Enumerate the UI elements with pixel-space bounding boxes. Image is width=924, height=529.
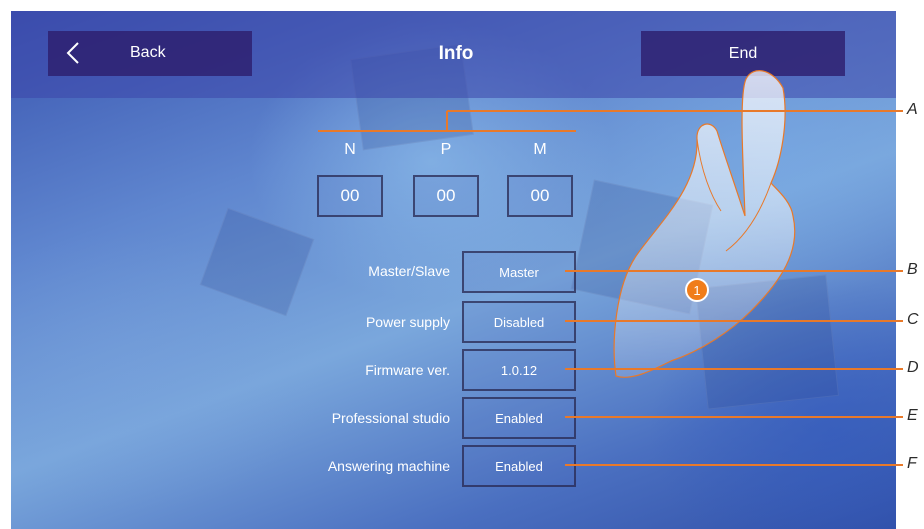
- callout-f: F: [907, 455, 917, 472]
- device-screen: Back Info End N P M 00 00 00 Master/Slav…: [11, 11, 896, 529]
- pointing-hand-icon: [613, 70, 796, 378]
- step-badge: 1: [685, 278, 709, 302]
- callout-b: B: [907, 261, 918, 278]
- callout-a: A: [907, 101, 918, 118]
- callout-e: E: [907, 407, 918, 424]
- callout-d: D: [907, 359, 919, 376]
- callout-c: C: [907, 311, 919, 328]
